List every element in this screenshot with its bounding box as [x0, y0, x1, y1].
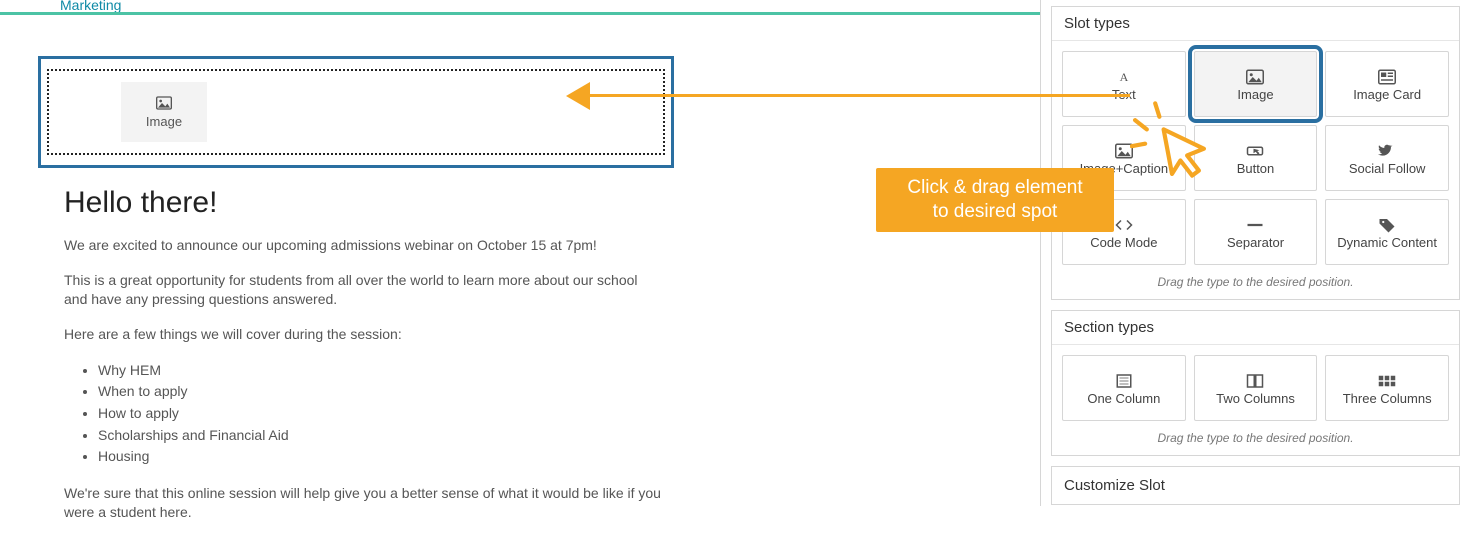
tile-label: Code Mode	[1090, 236, 1157, 251]
dragged-chip-label: Image	[146, 114, 182, 129]
panel-hint: Drag the type to the desired position.	[1062, 275, 1449, 289]
slot-tile-dynamic-content[interactable]: Dynamic Content	[1325, 199, 1449, 265]
editor-canvas: Image Hello there! We are excited to ann…	[38, 56, 674, 538]
image-icon	[1246, 66, 1264, 88]
annotation-arrow	[590, 94, 1130, 97]
slot-types-panel: Slot types ATextImageImage CardImage+Cap…	[1051, 6, 1460, 300]
body-text: This is a great opportunity for students…	[64, 271, 662, 309]
tile-label: One Column	[1087, 392, 1160, 407]
list-item: Housing	[98, 446, 662, 468]
tile-label: Image	[1237, 88, 1273, 103]
tile-label: Two Columns	[1216, 392, 1295, 407]
svg-text:A: A	[1119, 70, 1128, 84]
section-tile-one-column[interactable]: One Column	[1062, 355, 1186, 421]
customize-slot-panel[interactable]: Customize Slot	[1051, 466, 1460, 505]
body-text: We are excited to announce our upcoming …	[64, 236, 662, 255]
list-item: When to apply	[98, 381, 662, 403]
annotation-arrow-head	[566, 82, 590, 110]
panel-title: Section types	[1052, 311, 1459, 345]
page-title: Hello there!	[64, 186, 662, 220]
slot-tile-separator[interactable]: Separator	[1194, 199, 1318, 265]
tile-label: Dynamic Content	[1337, 236, 1437, 251]
section-tile-two-columns[interactable]: Two Columns	[1194, 355, 1318, 421]
body-list: Why HEM When to apply How to apply Schol…	[98, 360, 662, 468]
callout-line: to desired spot	[890, 200, 1100, 224]
tile-label: Social Follow	[1349, 162, 1426, 177]
list-item: Scholarships and Financial Aid	[98, 425, 662, 447]
text-icon: A	[1115, 66, 1133, 88]
dragged-chip[interactable]: Image	[121, 82, 207, 142]
drop-zone[interactable]: Image	[38, 56, 674, 168]
image-icon	[156, 96, 172, 110]
tile-label: Three Columns	[1343, 392, 1432, 407]
panel-hint: Drag the type to the desired position.	[1062, 431, 1449, 445]
tag-icon	[1378, 214, 1396, 236]
cursor-icon	[1130, 100, 1214, 184]
body-text: Here are a few things we will cover duri…	[64, 325, 662, 344]
col3-icon	[1378, 370, 1396, 392]
list-item: How to apply	[98, 403, 662, 425]
tile-label: Button	[1237, 162, 1275, 177]
section-tile-three-columns[interactable]: Three Columns	[1325, 355, 1449, 421]
email-content[interactable]: Hello there! We are excited to announce …	[38, 186, 674, 522]
code-icon	[1115, 214, 1133, 236]
slot-tile-social-follow[interactable]: Social Follow	[1325, 125, 1449, 191]
panel-title: Customize Slot	[1052, 467, 1459, 504]
col2-icon	[1246, 370, 1264, 392]
annotation-callout: Click & drag element to desired spot	[876, 168, 1114, 232]
card-icon	[1378, 66, 1396, 88]
section-types-panel: Section types One Column Two Columns Three…	[1051, 310, 1460, 456]
slot-tile-image-card[interactable]: Image Card	[1325, 51, 1449, 117]
callout-line: Click & drag element	[890, 176, 1100, 200]
tile-label: Separator	[1227, 236, 1284, 251]
right-panel: Slot types ATextImageImage CardImage+Cap…	[1040, 0, 1470, 506]
list-item: Why HEM	[98, 360, 662, 382]
button-icon	[1246, 140, 1264, 162]
body-text: We're sure that this online session will…	[64, 484, 662, 522]
sep-icon	[1246, 214, 1264, 236]
tile-label: Image Card	[1353, 88, 1421, 103]
social-icon	[1378, 140, 1396, 162]
col1-icon	[1115, 370, 1133, 392]
panel-title: Slot types	[1052, 7, 1459, 41]
